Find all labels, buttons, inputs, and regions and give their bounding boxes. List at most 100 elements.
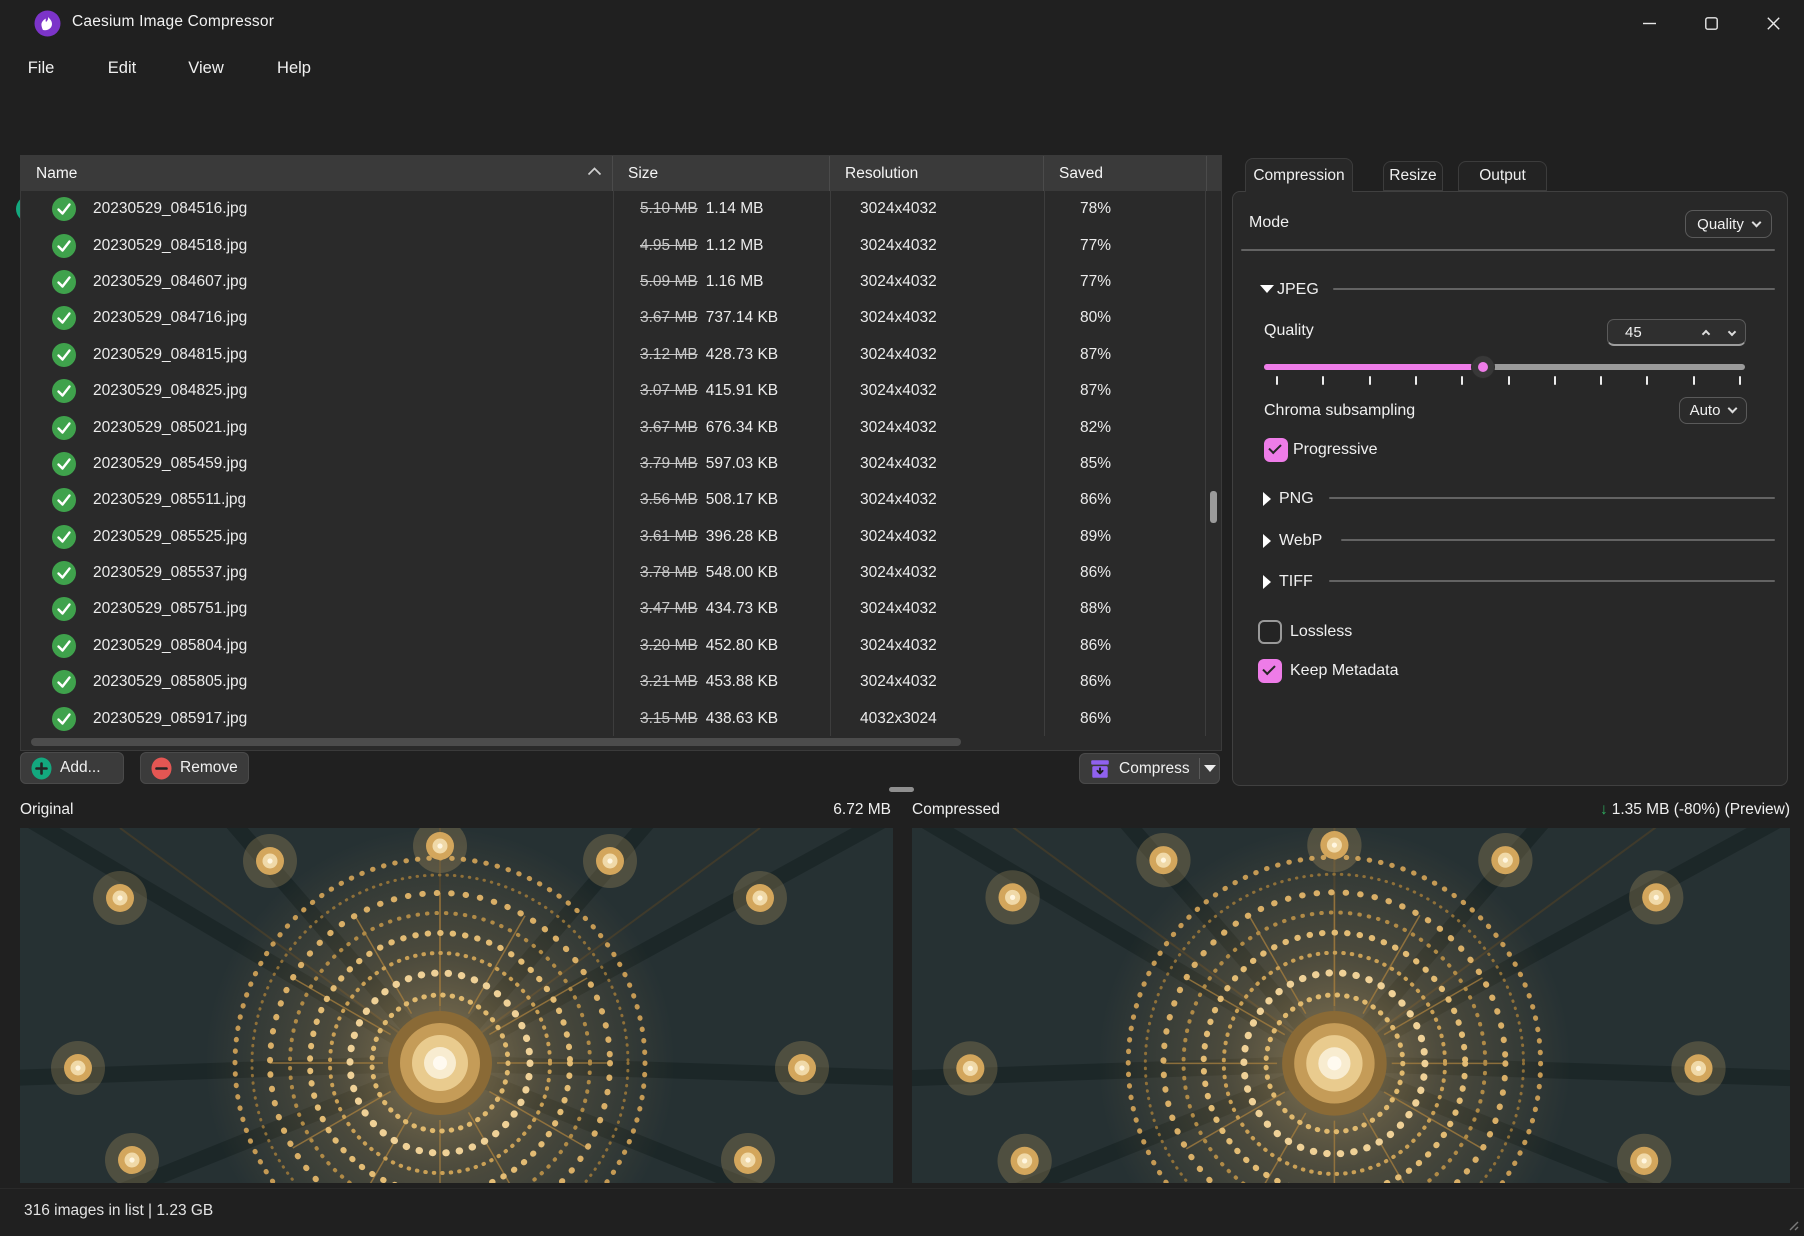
compressed-preview-image[interactable] [912,828,1790,1183]
file-size-cell: 3.61 MB396.28 KB [613,528,830,546]
file-name-cell: 20230529_084825.jpg [21,378,613,404]
check-circle-icon [51,524,77,550]
column-header-name[interactable]: Name [21,156,613,191]
vertical-scrollbar[interactable] [1205,191,1221,736]
file-saved-cell: 87% [1044,382,1207,400]
table-row[interactable]: 20230529_085805.jpg 3.21 MB453.88 KB 302… [21,664,1207,700]
file-saved-cell: 88% [1044,600,1207,618]
file-resolution-cell: 3024x4032 [830,637,1044,655]
remove-button[interactable]: Remove [140,752,249,784]
menu-file[interactable]: File [12,52,70,84]
table-row[interactable]: 20230529_085917.jpg 3.15 MB438.63 KB 403… [21,700,1207,736]
compress-options-button[interactable] [1200,765,1219,772]
maximize-button[interactable] [1680,0,1742,46]
minimize-button[interactable] [1618,0,1680,46]
lossless-checkbox[interactable] [1258,620,1282,644]
table-row[interactable]: 20230529_084607.jpg 5.09 MB1.16 MB 3024x… [21,264,1207,300]
tab-output[interactable]: Output [1458,161,1547,191]
progressive-checkbox[interactable] [1264,438,1288,462]
quality-label: Quality [1264,322,1314,340]
menu-view[interactable]: View [176,52,236,84]
file-saved-cell: 77% [1044,273,1207,291]
menu-edit[interactable]: Edit [92,52,152,84]
original-size: 3.12 MB [640,346,698,363]
table-row[interactable]: 20230529_084825.jpg 3.07 MB415.91 KB 302… [21,373,1207,409]
file-resolution-cell: 3024x4032 [830,491,1044,509]
original-size: 5.09 MB [640,273,698,290]
quality-value: 45 [1625,324,1693,341]
close-button[interactable] [1742,0,1804,46]
file-name-cell: 20230529_085459.jpg [21,451,613,477]
jpeg-section-label[interactable]: JPEG [1277,281,1319,299]
table-row[interactable]: 20230529_084516.jpg 5.10 MB1.14 MB 3024x… [21,191,1207,227]
check-circle-icon [51,378,77,404]
resize-grip[interactable] [1787,1219,1799,1231]
table-row[interactable]: 20230529_085511.jpg 3.56 MB508.17 KB 302… [21,482,1207,518]
file-size-cell: 3.67 MB 737.14 KB [613,309,830,327]
compressed-size: 737.14 KB [706,309,778,326]
file-resolution-cell: 3024x4032 [830,200,1044,218]
file-size-cell: 3.21 MB453.88 KB [613,673,830,691]
spin-down-button[interactable] [1719,330,1745,335]
original-size: 3.67 MB [640,309,698,326]
compressed-size: 1.12 MB [706,237,764,254]
file-saved-cell: 86% [1044,564,1207,582]
file-name: 20230529_085525.jpg [93,528,247,546]
table-row[interactable]: 20230529_084716.jpg 3.67 MB 737.14 KB 302… [21,300,1207,336]
file-name-cell: 20230529_085751.jpg [21,596,613,622]
jpeg-collapse-icon[interactable] [1260,285,1274,293]
webp-section-label[interactable]: WebP [1279,532,1322,550]
table-header: Name Size Resolution Saved [21,156,1221,191]
file-name-cell: 20230529_084518.jpg [21,233,613,259]
add-button[interactable]: Add... [20,752,124,784]
file-name-cell: 20230529_084607.jpg [21,269,613,295]
horizontal-scrollbar[interactable] [23,738,1204,748]
chroma-value: Auto [1690,402,1721,419]
preview-splitter-handle[interactable] [889,787,914,792]
app-logo-icon [34,10,61,37]
compressed-size: 548.00 KB [706,564,778,581]
tiff-expand-icon[interactable] [1263,575,1271,589]
file-name: 20230529_084716.jpg [93,309,247,327]
png-expand-icon[interactable] [1263,492,1271,506]
table-row[interactable]: 20230529_085525.jpg 3.61 MB396.28 KB 302… [21,519,1207,555]
quality-spinbox[interactable]: 45 [1607,319,1746,346]
menu-help[interactable]: Help [264,52,324,84]
toolbar [0,90,1804,148]
tiff-section-label[interactable]: TIFF [1279,573,1313,591]
spin-up-button[interactable] [1693,327,1719,337]
file-resolution-cell: 3024x4032 [830,309,1044,327]
table-row[interactable]: 20230529_084815.jpg 3.12 MB428.73 KB 302… [21,337,1207,373]
titlebar: Caesium Image Compressor [0,0,1804,46]
keep-metadata-checkbox[interactable] [1258,659,1282,683]
file-name: 20230529_084518.jpg [93,237,247,255]
table-row[interactable]: 20230529_085537.jpg 3.78 MB548.00 KB 302… [21,555,1207,591]
table-row[interactable]: 20230529_084518.jpg 4.95 MB1.12 MB 3024x… [21,227,1207,263]
chevron-down-icon [1728,404,1738,414]
slider-ticks [1264,376,1745,386]
original-preview-image[interactable] [20,828,893,1183]
compress-button-main[interactable]: Compress [1080,758,1199,780]
chroma-subsampling-dropdown[interactable]: Auto [1679,397,1747,424]
mode-dropdown[interactable]: Quality [1685,210,1772,238]
png-section-label[interactable]: PNG [1279,490,1314,508]
table-row[interactable]: 20230529_085021.jpg 3.67 MB676.34 KB 302… [21,409,1207,445]
table-row[interactable]: 20230529_085804.jpg 3.20 MB452.80 KB 302… [21,628,1207,664]
table-row[interactable]: 20230529_085459.jpg 3.79 MB597.03 KB 302… [21,446,1207,482]
quality-slider[interactable] [1264,364,1745,370]
column-header-saved[interactable]: Saved [1044,156,1207,191]
file-saved-cell: 86% [1044,491,1207,509]
down-arrow-icon: ↓ [1600,801,1608,818]
compress-button[interactable]: Compress [1079,753,1220,784]
column-divider [1044,191,1045,736]
column-header-resolution[interactable]: Resolution [830,156,1044,191]
vertical-scrollbar-handle[interactable] [1210,491,1217,523]
tab-compression[interactable]: Compression [1245,158,1353,192]
compressed-size: 453.88 KB [706,673,778,690]
column-header-size[interactable]: Size [613,156,830,191]
file-name: 20230529_085459.jpg [93,455,247,473]
tab-resize[interactable]: Resize [1383,161,1443,191]
webp-expand-icon[interactable] [1263,534,1271,548]
horizontal-scrollbar-handle[interactable] [31,738,961,746]
table-row[interactable]: 20230529_085751.jpg 3.47 MB434.73 KB 302… [21,591,1207,627]
